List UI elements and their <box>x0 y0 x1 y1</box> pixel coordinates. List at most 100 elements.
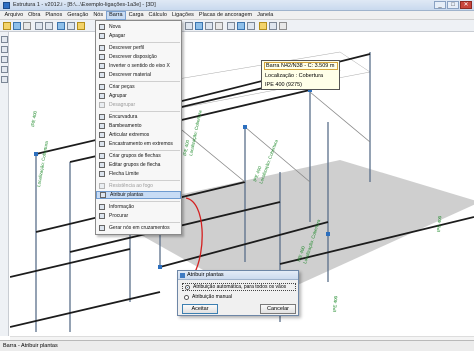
maximize-button[interactable]: □ <box>447 1 459 9</box>
menu-item-articular-extremos[interactable]: Articular extremos <box>96 131 181 139</box>
plan-view-icon[interactable] <box>227 22 235 30</box>
material-icon <box>99 72 105 78</box>
menu-item-inverter-eixo[interactable]: Inverter o sentido do eixo X <box>96 62 181 70</box>
menu-bar: Arquivo Obra Planos Geração Nós Barra Ca… <box>0 10 474 20</box>
option-manual-label: Atribuição manual <box>192 294 233 300</box>
zoom-icon[interactable] <box>67 22 75 30</box>
ungroup-icon <box>99 102 105 108</box>
menu-item-criar-grupos-flechas[interactable]: Criar grupos de flechas <box>96 152 181 160</box>
profile-label: IPE 400 <box>332 295 338 312</box>
edit-deflection-icon <box>99 162 105 168</box>
menu-separator <box>110 150 180 151</box>
group-icon <box>99 93 105 99</box>
menu-item-descrever-disposicao[interactable]: Descrever disposição <box>96 53 181 61</box>
menu-item-flecha-limite[interactable]: Flecha Limite <box>96 170 181 178</box>
profile-label: IPE 400 <box>436 215 442 232</box>
toolbar <box>0 20 474 32</box>
barra-dropdown-menu: Nova Apagar Descrever perfil Descrever d… <box>95 20 182 235</box>
menu-obra[interactable]: Obra <box>26 11 43 20</box>
redo-icon[interactable] <box>45 22 53 30</box>
menu-geracao[interactable]: Geração <box>65 11 91 20</box>
new-bar-icon <box>99 24 105 30</box>
menu-item-criar-pecas[interactable]: Criar peças <box>96 83 181 91</box>
layers-icon[interactable] <box>77 22 85 30</box>
option-automatic-label: Atribuição automática, para todos os vão… <box>193 284 287 290</box>
cancel-button[interactable]: Cancelar <box>260 304 296 314</box>
menu-item-bambeamento[interactable]: Bambeamento <box>96 122 181 130</box>
section-icon[interactable] <box>247 22 255 30</box>
deflection-groups-icon <box>99 153 105 159</box>
save-icon[interactable] <box>13 22 21 30</box>
menu-janela[interactable]: Janela <box>255 11 276 20</box>
menu-item-descrever-material[interactable]: Descrever material <box>96 71 181 79</box>
menu-placas[interactable]: Placas de ancoragem <box>196 11 254 20</box>
menu-item-desagrupar: Desagrupar <box>96 101 181 109</box>
left-toolbar <box>0 32 9 336</box>
delete-bar-icon <box>99 33 105 39</box>
option-automatic[interactable]: Atribuição automática, para todos os vão… <box>182 283 296 291</box>
menu-item-informacao[interactable]: Informação <box>96 203 181 211</box>
menu-calculo[interactable]: Cálculo <box>146 11 169 20</box>
option-manual[interactable]: Atribuição manual <box>182 293 296 301</box>
articulate-ends-icon <box>99 132 105 138</box>
menu-carga[interactable]: Carga <box>126 11 146 20</box>
search-icon <box>99 213 105 219</box>
menu-nos[interactable]: Nós <box>91 11 106 20</box>
window-zoom-icon[interactable] <box>205 22 213 30</box>
create-pieces-icon <box>99 84 105 90</box>
menu-item-nova[interactable]: Nova <box>96 23 181 31</box>
menu-item-apagar[interactable]: Apagar <box>96 32 181 40</box>
menu-ligacoes[interactable]: Ligações <box>169 11 196 20</box>
menu-item-procurar[interactable]: Procurar <box>96 212 181 220</box>
status-bar: Barra - Atribuir plantas <box>0 340 474 351</box>
bar-icon[interactable] <box>1 56 8 63</box>
view-3d-icon[interactable] <box>57 22 65 30</box>
atribuir-plantas-dialog: Atribuir plantas Atribuição automática, … <box>177 270 299 316</box>
app-icon <box>3 1 10 9</box>
menu-item-descrever-perfil[interactable]: Descrever perfil <box>96 44 181 52</box>
fit-view-icon[interactable] <box>215 22 223 30</box>
fire-resistance-icon <box>99 183 105 189</box>
menu-item-agrupar[interactable]: Agrupar <box>96 92 181 100</box>
menu-item-resistencia-fogo: Resistência ao fogo <box>96 182 181 190</box>
minimize-button[interactable]: _ <box>434 1 446 9</box>
assign-floors-icon <box>100 192 106 198</box>
menu-barra[interactable]: Barra <box>105 10 127 20</box>
fixed-ends-icon <box>99 141 105 147</box>
window-title: Estrutura 1 - v2012.i - [B:\...\Exemplo-… <box>13 2 156 8</box>
settings-icon[interactable] <box>279 22 287 30</box>
print-icon[interactable] <box>23 22 31 30</box>
measure-icon[interactable] <box>1 66 8 73</box>
generate-nodes-icon <box>99 225 105 231</box>
pan-icon[interactable] <box>185 22 193 30</box>
limit-deflection-icon <box>99 171 105 177</box>
menu-item-encurvadura[interactable]: Encurvadura <box>96 113 181 121</box>
accept-button[interactable]: Aceitar <box>182 304 218 314</box>
radio-automatic[interactable] <box>185 284 190 290</box>
tooltip-location: Localização : Cobertura <box>265 73 324 79</box>
radio-manual[interactable] <box>184 294 189 300</box>
dialog-title: Atribuir plantas <box>187 272 224 278</box>
buckling-icon <box>99 114 105 120</box>
dialog-icon <box>180 273 185 278</box>
menu-separator <box>110 180 180 181</box>
select-icon[interactable] <box>1 36 8 43</box>
rotate-icon[interactable] <box>195 22 203 30</box>
menu-separator <box>110 222 180 223</box>
close-button[interactable]: ✕ <box>460 1 472 9</box>
undo-icon[interactable] <box>35 22 43 30</box>
menu-item-gerar-nos[interactable]: Gerar nós em cruzamentos <box>96 224 181 232</box>
render-icon[interactable] <box>259 22 267 30</box>
node-icon[interactable] <box>1 46 8 53</box>
menu-arquivo[interactable]: Arquivo <box>2 11 26 20</box>
bar-info-tooltip: Barra N42/N38 - C: 3.509 m Localização :… <box>261 60 340 90</box>
tooltip-bar-id: Barra N42/N38 - C: 3.509 m <box>264 62 338 70</box>
menu-item-editar-grupos-flecha[interactable]: Editar grupos de flecha <box>96 161 181 169</box>
menu-item-encastramento[interactable]: Encastramento em extremos <box>96 140 181 148</box>
menu-planos[interactable]: Planos <box>43 11 65 20</box>
snap-icon[interactable] <box>1 76 8 83</box>
elevation-icon[interactable] <box>237 22 245 30</box>
wireframe-icon[interactable] <box>269 22 277 30</box>
menu-item-atribuir-plantas[interactable]: Atribuir plantas <box>96 191 181 199</box>
open-file-icon[interactable] <box>3 22 11 30</box>
